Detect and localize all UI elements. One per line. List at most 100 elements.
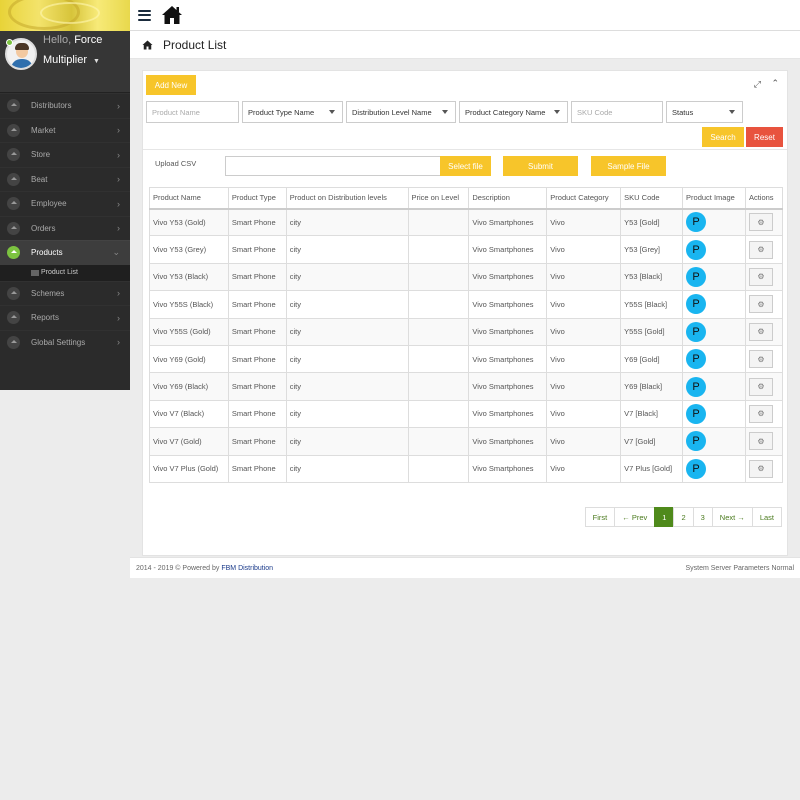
product-category-value: Product Category Name (465, 107, 546, 117)
column-header[interactable]: Product Category (546, 187, 622, 210)
table-row: Vivo Y69 (Gold) Smart Phone city Vivo Smart… (149, 344, 784, 374)
table-cell: Vivo Y55S (Gold) (149, 317, 229, 346)
footer: 2014 - 2019 © Powered by FBM Distributio… (130, 557, 800, 578)
table-cell: city (285, 454, 409, 483)
select-file-button[interactable]: Select file (440, 156, 491, 176)
gear-icon[interactable]: ⚙ (748, 322, 773, 341)
add-new-button[interactable]: Add New (146, 75, 196, 95)
column-header[interactable]: Product on Distribution levels (285, 187, 409, 210)
product-image-badge[interactable]: P (686, 294, 707, 315)
table-cell: Vivo (546, 207, 622, 237)
table-row: Vivo Y55S (Black) Smart Phone city Vivo Sma… (149, 290, 784, 319)
gear-icon[interactable]: ⚙ (748, 240, 773, 259)
expand-icon[interactable]: ⤢ (754, 79, 761, 90)
home-icon (7, 197, 20, 211)
actions-cell: ⚙ (744, 235, 784, 264)
sidebar-item-label: Orders (31, 223, 56, 233)
column-header[interactable]: Description (468, 187, 548, 210)
sidebar-item-reports[interactable]: Reports › (0, 305, 130, 330)
sidebar-item-employee[interactable]: Employee › (0, 191, 130, 216)
product-image-badge[interactable]: P (686, 403, 707, 424)
pagination-last[interactable]: Last (751, 507, 782, 527)
table-cell: Vivo (546, 317, 622, 346)
copyright-text: 2014 - 2019 © Powered by (136, 564, 220, 572)
pagination-first[interactable]: First (584, 507, 616, 527)
logo[interactable] (0, 0, 130, 31)
product-category-select[interactable]: Product Category Name (459, 101, 568, 123)
sidebar-item-orders[interactable]: Orders › (0, 216, 130, 241)
product-image-badge[interactable]: P (686, 458, 707, 479)
table-cell: Smart Phone (227, 235, 287, 264)
sidebar-item-distributors[interactable]: Distributors › (0, 93, 130, 118)
gear-icon[interactable]: ⚙ (748, 432, 773, 451)
pagination-next[interactable]: Next → (711, 507, 753, 527)
submit-button[interactable]: Submit (503, 156, 578, 176)
gear-icon[interactable]: ⚙ (748, 350, 773, 369)
gear-icon[interactable]: ⚙ (748, 377, 773, 396)
sku-code-input[interactable]: SKU Code (571, 101, 663, 123)
sidebar-subitem-product-list[interactable]: Product List (0, 264, 130, 281)
product-image-badge[interactable]: P (686, 321, 707, 342)
sidebar-item-global-settings[interactable]: Global Settings › (0, 330, 130, 355)
greeting-label: Hello, (43, 34, 72, 46)
home-icon[interactable] (142, 40, 153, 50)
column-header[interactable]: Product Image (682, 187, 746, 210)
actions-cell: ⚙ (744, 207, 784, 237)
column-header[interactable]: Price on Level (407, 187, 470, 210)
product-image-badge[interactable]: P (686, 212, 707, 233)
table-cell: Smart Phone (227, 207, 287, 237)
search-button[interactable]: Search (702, 127, 744, 147)
gear-icon[interactable]: ⚙ (748, 295, 773, 314)
column-header[interactable]: SKU Code (620, 187, 684, 210)
sidebar-item-beat[interactable]: Beat › (0, 167, 130, 192)
sidebar-item-label: Distributors (31, 101, 72, 111)
hamburger-icon[interactable] (138, 9, 151, 21)
table-cell (407, 290, 470, 319)
gear-icon[interactable]: ⚙ (748, 267, 773, 286)
upload-file-input[interactable] (225, 156, 441, 176)
reset-button[interactable]: Reset (746, 127, 783, 147)
product-type-select[interactable]: Product Type Name (242, 101, 343, 123)
gear-icon[interactable]: ⚙ (748, 404, 773, 423)
collapse-icon[interactable]: ⌃ (771, 78, 779, 89)
sidebar-item-products[interactable]: Products ⌄ (0, 240, 130, 265)
home-icon[interactable] (161, 5, 183, 25)
table-cell: Smart Phone (227, 454, 287, 483)
gear-icon[interactable]: ⚙ (748, 213, 773, 232)
sidebar-item-schemes[interactable]: Schemes › (0, 281, 130, 306)
pagination-page[interactable]: 1 (654, 507, 675, 527)
sample-file-button[interactable]: Sample File (591, 156, 666, 176)
chevron-right-icon: › (117, 149, 120, 160)
user-panel[interactable]: Hello, Force Multiplier ▼ (0, 31, 130, 93)
table-cell: city (285, 290, 409, 319)
column-header[interactable]: Actions (744, 187, 784, 210)
column-header[interactable]: Product Type (227, 187, 287, 210)
pagination-page[interactable]: 3 (692, 507, 713, 527)
product-image-badge[interactable]: P (686, 376, 707, 397)
pagination-page[interactable]: 2 (673, 507, 694, 527)
sidebar-item-market[interactable]: Market › (0, 118, 130, 143)
status-select[interactable]: Status (666, 101, 743, 123)
product-name-input[interactable]: Product Name (146, 101, 239, 123)
sidebar-item-store[interactable]: Store › (0, 142, 130, 167)
pagination-prev[interactable]: ← Prev (614, 507, 656, 527)
product-image-badge[interactable]: P (686, 431, 707, 452)
column-header[interactable]: Product Name (149, 187, 229, 210)
user-greeting[interactable]: Hello, Force Multiplier ▼ (43, 30, 128, 72)
footer-brand-link[interactable]: FBM Distribution (221, 565, 273, 572)
caret-down-icon[interactable]: ▼ (93, 58, 100, 65)
chevron-right-icon: › (117, 125, 120, 136)
table-body: Vivo Y53 (Gold) Smart Phone city Vivo Smart… (149, 207, 784, 483)
product-image-badge[interactable]: P (686, 349, 707, 370)
table-row: Vivo V7 Plus (Gold) Smart Phone city Vivo S… (149, 454, 784, 483)
product-image-badge[interactable]: P (686, 266, 707, 287)
distribution-level-select[interactable]: Distribution Level Name (346, 101, 456, 123)
actions-cell: ⚙ (744, 372, 784, 401)
table-row: Vivo Y53 (Grey) Smart Phone city Vivo Smart… (149, 235, 784, 264)
table-cell: Vivo (546, 290, 622, 319)
product-image-cell: P (682, 427, 746, 456)
table-cell: Y53 [Black] (620, 262, 684, 292)
gear-icon[interactable]: ⚙ (748, 459, 773, 478)
table-cell: Smart Phone (227, 262, 287, 292)
product-image-badge[interactable]: P (686, 239, 707, 260)
